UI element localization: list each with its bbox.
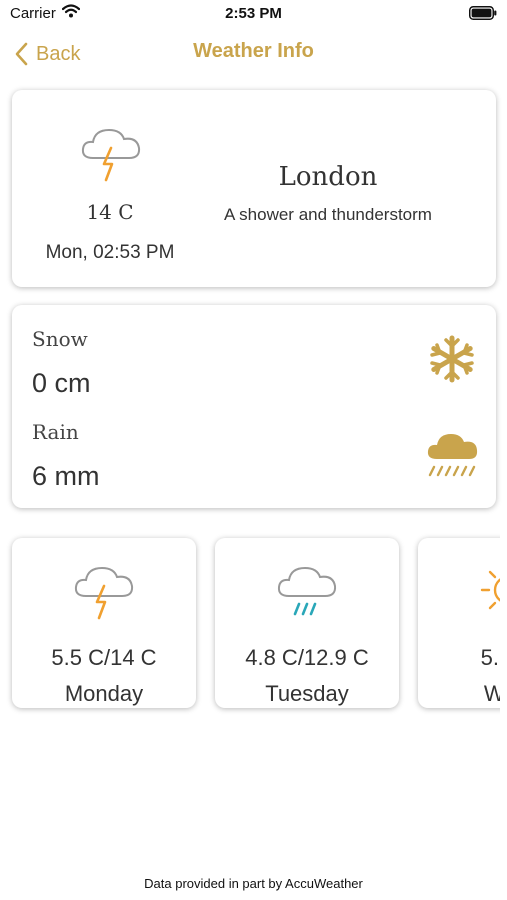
forecast-card-day-2[interactable]: 4.8 C/12.9 C Tuesday bbox=[215, 538, 399, 708]
forecast-day-label: Tuesday bbox=[265, 681, 349, 706]
current-temperature: 14 C bbox=[86, 200, 134, 224]
status-clock: 2:53 PM bbox=[225, 5, 282, 22]
forecast-day-label: Monday bbox=[64, 681, 144, 706]
forecast-temp-range: 4.8 C/12.9 C bbox=[245, 645, 369, 670]
navigation-bar: Back Weather Info bbox=[0, 34, 507, 74]
current-datetime: Mon, 02:53 PM bbox=[45, 242, 175, 263]
cloud-rain-icon bbox=[277, 566, 337, 616]
snowflake-icon bbox=[430, 335, 474, 383]
data-attribution: Data provided in part by AccuWeather bbox=[144, 876, 363, 891]
precipitation-card: Snow 0 cm Rain 6 mm bbox=[12, 305, 496, 508]
current-weather-card: 14 C Mon, 02:53 PM London A shower and t… bbox=[12, 90, 496, 287]
forecast-card-day-1[interactable]: 5.5 C/14 C Monday bbox=[12, 538, 196, 708]
forecast-temp-range: 5.1 C/ bbox=[480, 645, 500, 670]
snow-value: 0 cm bbox=[32, 368, 91, 398]
weather-info-screen: Carrier 2:53 PM Back Weather Info 14 C M… bbox=[0, 0, 507, 900]
forecast-carousel[interactable]: 5.5 C/14 C Monday 4.8 C/12.9 C Tuesday 5… bbox=[0, 532, 500, 722]
rain-cloud-icon bbox=[427, 434, 478, 477]
snow-label: Snow bbox=[32, 327, 88, 351]
cloud-lightning-icon bbox=[81, 128, 141, 182]
battery-icon bbox=[469, 6, 497, 20]
forecast-temp-range: 5.5 C/14 C bbox=[51, 645, 157, 670]
forecast-day-label: Wedr bbox=[483, 681, 500, 706]
rain-value: 6 mm bbox=[32, 461, 100, 491]
city-name: London bbox=[278, 162, 378, 192]
cloud-lightning-icon bbox=[74, 566, 134, 620]
forecast-card-day-3[interactable]: 5.1 C/ Wedr bbox=[418, 538, 500, 708]
weather-description: A shower and thunderstorm bbox=[224, 205, 432, 224]
sun-icon bbox=[480, 570, 500, 610]
status-bar: Carrier 2:53 PM bbox=[0, 0, 507, 28]
rain-label: Rain bbox=[32, 420, 79, 444]
page-title: Weather Info bbox=[193, 40, 314, 62]
